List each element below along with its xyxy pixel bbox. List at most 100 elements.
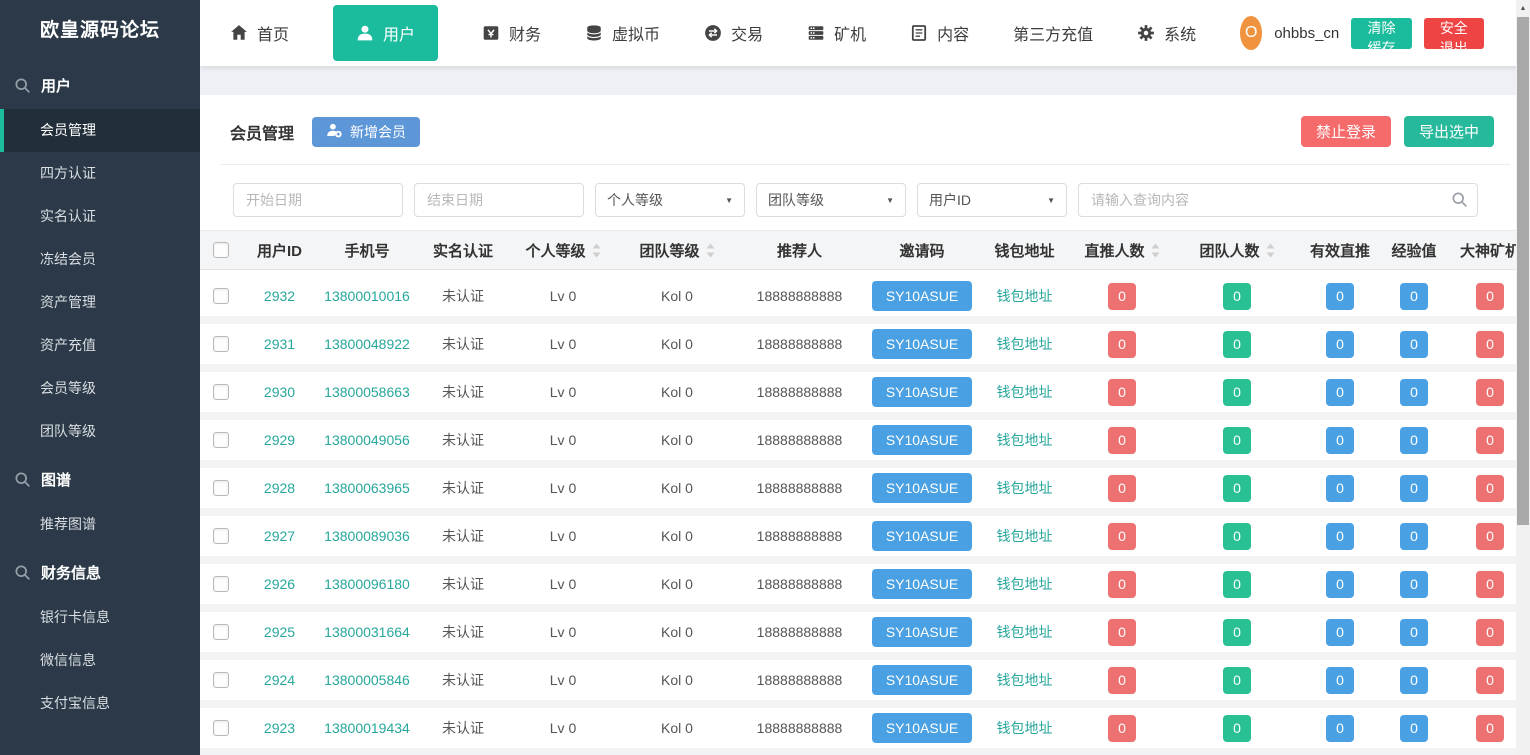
nav-item-trade[interactable]: 交易 xyxy=(704,21,763,45)
row-checkbox[interactable] xyxy=(213,624,229,640)
user-id-link[interactable]: 2928 xyxy=(264,480,295,496)
phone-link[interactable]: 13800049056 xyxy=(324,432,410,448)
god-miner-badge[interactable]: 0 xyxy=(1476,619,1504,646)
phone-link[interactable]: 13800005846 xyxy=(324,672,410,688)
god-miner-badge[interactable]: 0 xyxy=(1476,715,1504,742)
team-count-badge[interactable]: 0 xyxy=(1223,379,1251,406)
sidebar-item-team-level[interactable]: 团队等级 xyxy=(0,410,200,453)
team-count-badge[interactable]: 0 xyxy=(1223,619,1251,646)
sort-icon[interactable] xyxy=(592,243,601,258)
exp-badge[interactable]: 0 xyxy=(1400,283,1428,310)
invite-code-button[interactable]: SY10ASUE xyxy=(872,713,972,743)
add-member-button[interactable]: 新增会员 xyxy=(312,117,420,147)
exp-badge[interactable]: 0 xyxy=(1400,571,1428,598)
ban-login-button[interactable]: 禁止登录 xyxy=(1301,116,1391,147)
sidebar-item-member-management[interactable]: 会员管理 xyxy=(0,109,200,152)
invite-code-button[interactable]: SY10ASUE xyxy=(872,665,972,695)
row-checkbox[interactable] xyxy=(213,480,229,496)
sidebar-item-bank-card-info[interactable]: 银行卡信息 xyxy=(0,596,200,639)
sort-icon[interactable] xyxy=(1151,243,1160,258)
exp-badge[interactable]: 0 xyxy=(1400,379,1428,406)
user-id-link[interactable]: 2932 xyxy=(264,288,295,304)
wallet-address-link[interactable]: 钱包地址 xyxy=(997,718,1053,738)
valid-direct-badge[interactable]: 0 xyxy=(1326,571,1354,598)
wallet-address-link[interactable]: 钱包地址 xyxy=(997,334,1053,354)
team-count-badge[interactable]: 0 xyxy=(1223,667,1251,694)
valid-direct-badge[interactable]: 0 xyxy=(1326,283,1354,310)
phone-link[interactable]: 13800010016 xyxy=(324,288,410,304)
team-count-badge[interactable]: 0 xyxy=(1223,331,1251,358)
vertical-scrollbar[interactable]: ▲ xyxy=(1516,0,1530,755)
invite-code-button[interactable]: SY10ASUE xyxy=(872,521,972,551)
team-count-badge[interactable]: 0 xyxy=(1223,571,1251,598)
team-count-badge[interactable]: 0 xyxy=(1223,283,1251,310)
row-checkbox[interactable] xyxy=(213,384,229,400)
invite-code-button[interactable]: SY10ASUE xyxy=(872,329,972,359)
team-count-badge[interactable]: 0 xyxy=(1223,715,1251,742)
search-icon[interactable] xyxy=(1451,191,1468,208)
valid-direct-badge[interactable]: 0 xyxy=(1326,667,1354,694)
user-id-link[interactable]: 2929 xyxy=(264,432,295,448)
team-count-badge[interactable]: 0 xyxy=(1223,475,1251,502)
column-header-direct-count[interactable]: 直推人数 xyxy=(1067,240,1177,261)
wallet-address-link[interactable]: 钱包地址 xyxy=(997,430,1053,450)
user-id-link[interactable]: 2926 xyxy=(264,576,295,592)
sidebar-item-referral-graph[interactable]: 推荐图谱 xyxy=(0,503,200,546)
phone-link[interactable]: 13800089036 xyxy=(324,528,410,544)
god-miner-badge[interactable]: 0 xyxy=(1476,475,1504,502)
user-id-link[interactable]: 2927 xyxy=(264,528,295,544)
nav-item-third-party-recharge[interactable]: 第三方充值 xyxy=(1013,21,1093,45)
direct-count-badge[interactable]: 0 xyxy=(1108,379,1136,406)
row-checkbox[interactable] xyxy=(213,672,229,688)
column-header-team-count[interactable]: 团队人数 xyxy=(1177,240,1297,261)
row-checkbox[interactable] xyxy=(213,288,229,304)
direct-count-badge[interactable]: 0 xyxy=(1108,331,1136,358)
invite-code-button[interactable]: SY10ASUE xyxy=(872,425,972,455)
nav-item-finance[interactable]: 财务 xyxy=(482,21,541,45)
logout-button[interactable]: 安全退出 xyxy=(1424,18,1484,49)
invite-code-button[interactable]: SY10ASUE xyxy=(872,377,972,407)
row-checkbox[interactable] xyxy=(213,528,229,544)
god-miner-badge[interactable]: 0 xyxy=(1476,427,1504,454)
wallet-address-link[interactable]: 钱包地址 xyxy=(997,574,1053,594)
nav-item-users[interactable]: 用户 xyxy=(333,5,438,61)
column-header-team-level[interactable]: 团队等级 xyxy=(617,240,737,261)
sidebar-item-alipay-info[interactable]: 支付宝信息 xyxy=(0,682,200,725)
sidebar-item-asset-management[interactable]: 资产管理 xyxy=(0,281,200,324)
row-checkbox[interactable] xyxy=(213,720,229,736)
sort-icon[interactable] xyxy=(1266,243,1275,258)
row-checkbox[interactable] xyxy=(213,336,229,352)
wallet-address-link[interactable]: 钱包地址 xyxy=(997,622,1053,642)
god-miner-badge[interactable]: 0 xyxy=(1476,283,1504,310)
direct-count-badge[interactable]: 0 xyxy=(1108,619,1136,646)
start-date-input[interactable] xyxy=(233,183,403,217)
valid-direct-badge[interactable]: 0 xyxy=(1326,379,1354,406)
personal-level-select[interactable]: 个人等级 ▼ xyxy=(595,183,745,217)
username[interactable]: ohbbs_cn xyxy=(1274,25,1339,42)
phone-link[interactable]: 13800019434 xyxy=(324,720,410,736)
valid-direct-badge[interactable]: 0 xyxy=(1326,619,1354,646)
sort-icon[interactable] xyxy=(706,243,715,258)
valid-direct-badge[interactable]: 0 xyxy=(1326,715,1354,742)
invite-code-button[interactable]: SY10ASUE xyxy=(872,281,972,311)
direct-count-badge[interactable]: 0 xyxy=(1108,571,1136,598)
wallet-address-link[interactable]: 钱包地址 xyxy=(997,526,1053,546)
direct-count-badge[interactable]: 0 xyxy=(1108,283,1136,310)
phone-link[interactable]: 13800058663 xyxy=(324,384,410,400)
valid-direct-badge[interactable]: 0 xyxy=(1326,331,1354,358)
phone-link[interactable]: 13800096180 xyxy=(324,576,410,592)
wallet-address-link[interactable]: 钱包地址 xyxy=(997,670,1053,690)
sidebar-item-wechat-info[interactable]: 微信信息 xyxy=(0,639,200,682)
user-id-link[interactable]: 2925 xyxy=(264,624,295,640)
sidebar-section-finance-info[interactable]: 财务信息 xyxy=(0,549,200,596)
invite-code-button[interactable]: SY10ASUE xyxy=(872,569,972,599)
nav-item-home[interactable]: 首页 xyxy=(230,21,289,45)
team-count-badge[interactable]: 0 xyxy=(1223,523,1251,550)
wallet-address-link[interactable]: 钱包地址 xyxy=(997,286,1053,306)
clear-cache-button[interactable]: 清除缓存 xyxy=(1351,18,1411,49)
sidebar-section-users[interactable]: 用户 xyxy=(0,62,200,109)
sidebar-item-asset-recharge[interactable]: 资产充值 xyxy=(0,324,200,367)
exp-badge[interactable]: 0 xyxy=(1400,523,1428,550)
god-miner-badge[interactable]: 0 xyxy=(1476,331,1504,358)
exp-badge[interactable]: 0 xyxy=(1400,667,1428,694)
